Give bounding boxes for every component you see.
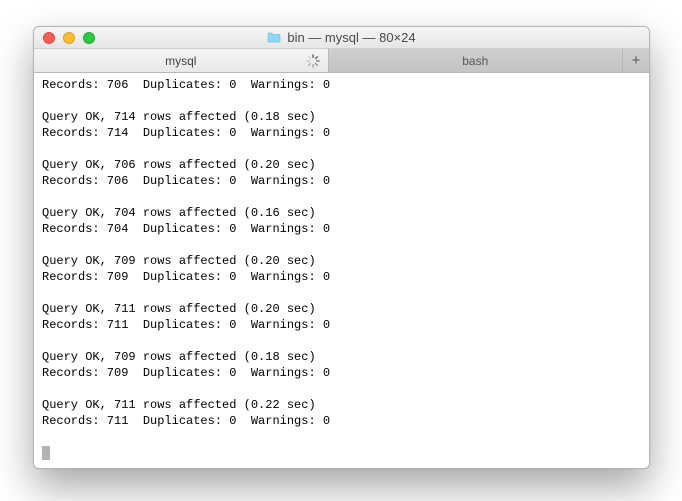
titlebar: bin — mysql — 80×24 — [34, 27, 649, 49]
plus-icon: + — [632, 52, 641, 69]
cursor — [42, 446, 50, 460]
spinner-icon — [306, 54, 320, 68]
folder-icon — [267, 32, 281, 43]
tab-label: bash — [462, 54, 488, 68]
window-title: bin — mysql — 80×24 — [34, 30, 649, 45]
terminal-output[interactable]: Records: 706 Duplicates: 0 Warnings: 0 Q… — [34, 73, 649, 468]
window-title-text: bin — mysql — 80×24 — [287, 30, 415, 45]
zoom-button[interactable] — [83, 32, 95, 44]
add-tab-button[interactable]: + — [623, 49, 649, 72]
tab-bar: mysql bash — [34, 49, 649, 73]
tab-mysql[interactable]: mysql — [34, 49, 329, 72]
tab-label: mysql — [165, 54, 196, 68]
minimize-button[interactable] — [63, 32, 75, 44]
tab-bash[interactable]: bash — [329, 49, 624, 72]
terminal-window: bin — mysql — 80×24 mysql — [33, 26, 650, 469]
traffic-lights — [34, 32, 95, 44]
close-button[interactable] — [43, 32, 55, 44]
